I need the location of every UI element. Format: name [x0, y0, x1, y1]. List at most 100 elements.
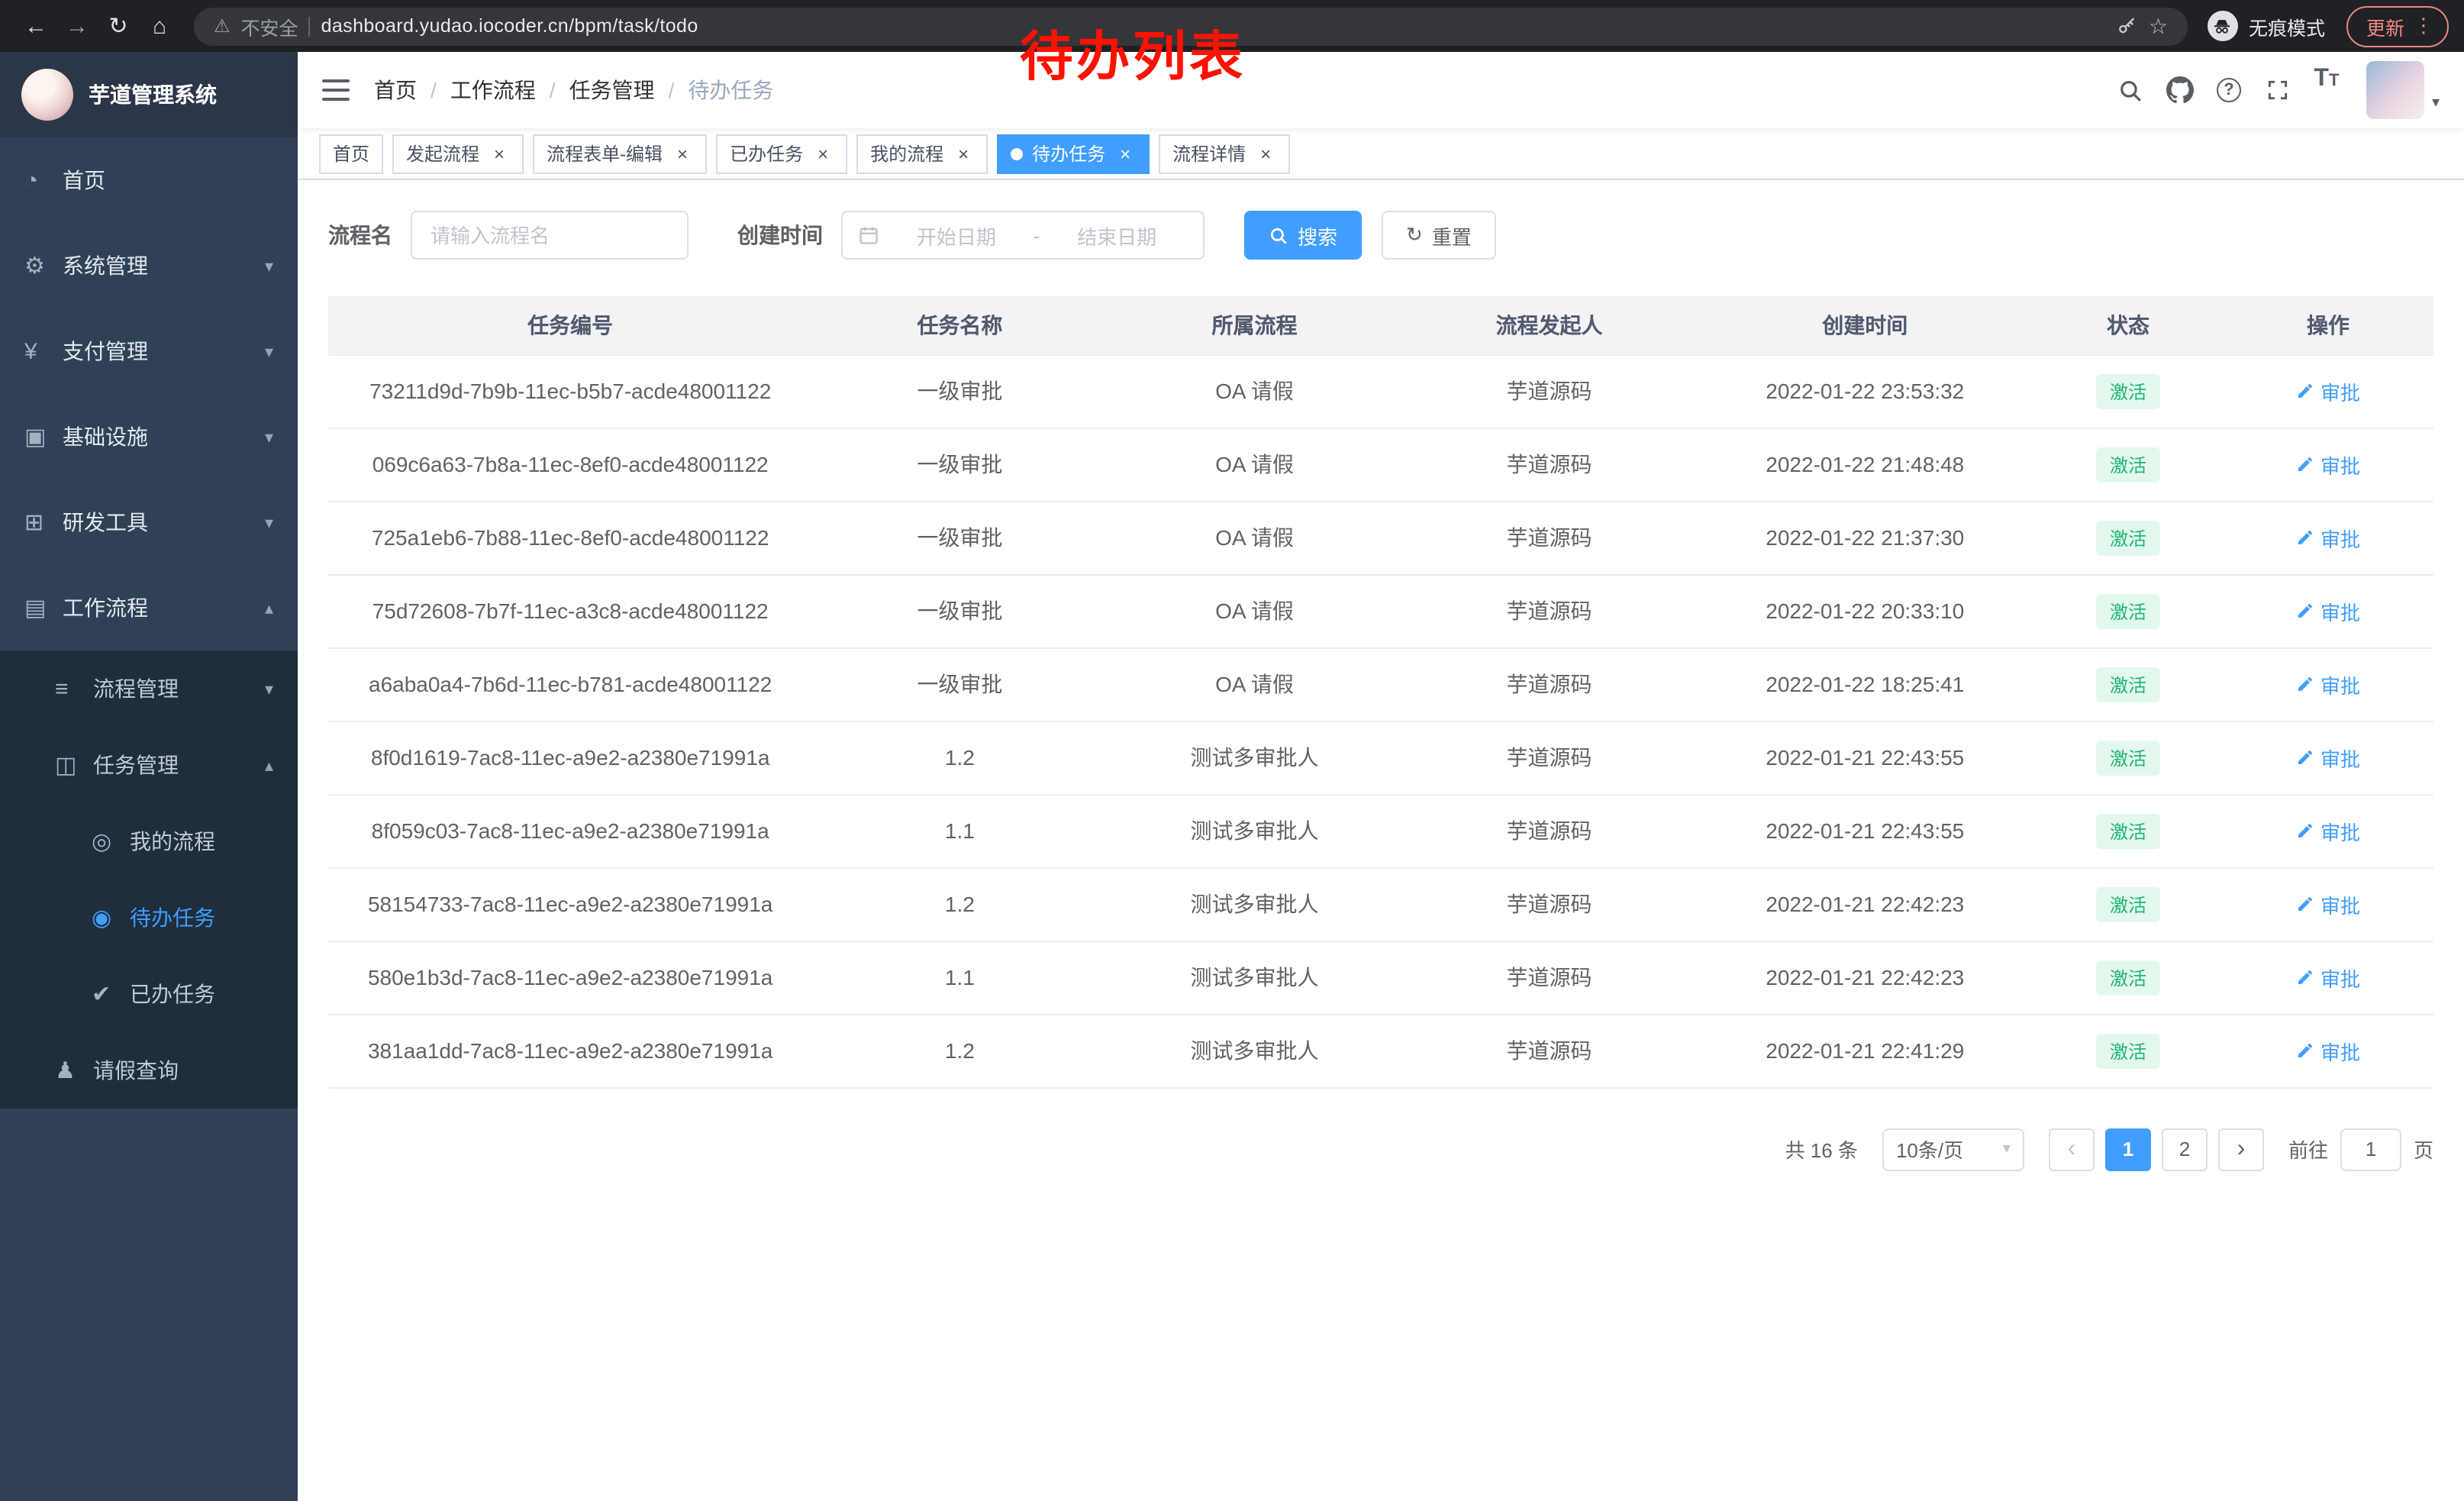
edit-icon: [2296, 528, 2314, 547]
sidebar-item-dev-tools[interactable]: ⊞ 研发工具 ▾: [0, 479, 298, 565]
create-time-cell: 2022-01-22 23:53:32: [1697, 354, 2033, 428]
security-warning-icon[interactable]: ⚠: [214, 15, 231, 37]
tab-process-detail[interactable]: 流程详情 ×: [1159, 134, 1290, 173]
help-icon[interactable]: ?: [2204, 66, 2253, 115]
process-cell: OA 请假: [1107, 501, 1401, 574]
sidebar-item-task-management[interactable]: ◫ 任务管理 ▴: [0, 727, 298, 803]
breadcrumb-home[interactable]: 首页: [374, 75, 417, 105]
browser-menu-dots-icon[interactable]: ⋮: [2414, 14, 2433, 38]
create-time-cell: 2022-01-21 22:43:55: [1697, 794, 2033, 867]
address-divider: [309, 16, 311, 36]
next-page-button[interactable]: ›: [2218, 1128, 2264, 1170]
table-row[interactable]: 8f0d1619-7ac8-11ec-a9e2-a2380e71991a 1.2…: [328, 721, 2433, 794]
process-cell: OA 请假: [1107, 354, 1401, 428]
table-row[interactable]: 8f059c03-7ac8-11ec-a9e2-a2380e71991a 1.1…: [328, 794, 2433, 867]
tab-my-process[interactable]: 我的流程 ×: [856, 134, 988, 173]
process-name-input[interactable]: [411, 211, 689, 260]
table-row[interactable]: 069c6a63-7b8a-11ec-8ef0-acde48001122 一级审…: [328, 428, 2433, 501]
sidebar-item-my-process[interactable]: ◎ 我的流程: [0, 803, 298, 880]
fullscreen-icon[interactable]: [2253, 66, 2302, 115]
browser-forward-icon[interactable]: →: [56, 5, 98, 47]
edit-icon: [2296, 382, 2314, 400]
tasks-icon: ◫: [55, 751, 93, 779]
initiator-cell: 芋道源码: [1402, 867, 1697, 941]
task-id-cell: 069c6a63-7b8a-11ec-8ef0-acde48001122: [328, 428, 812, 501]
sidebar-item-process-management[interactable]: ≡ 流程管理 ▾: [0, 650, 298, 727]
font-size-icon[interactable]: TT: [2302, 66, 2351, 115]
sidebar-item-workflow[interactable]: ▤ 工作流程 ▴: [0, 565, 298, 650]
goto-page-input[interactable]: [2340, 1128, 2401, 1170]
total-count-label: 共 16 条: [1785, 1135, 1858, 1164]
reset-button[interactable]: ↻ 重置: [1382, 211, 1496, 260]
tab-start-process[interactable]: 发起流程 ×: [392, 134, 524, 173]
close-tab-icon[interactable]: ×: [1114, 143, 1136, 164]
page-size-select[interactable]: 10条/页 ▾: [1882, 1128, 2024, 1170]
table-row[interactable]: 725a1eb6-7b88-11ec-8ef0-acde48001122 一级审…: [328, 501, 2433, 574]
browser-back-icon[interactable]: ←: [15, 5, 56, 47]
address-bar[interactable]: ⚠ 不安全 dashboard.yudao.iocoder.cn/bpm/tas…: [194, 7, 2188, 45]
close-tab-icon[interactable]: ×: [953, 143, 974, 164]
sidebar-collapse-icon[interactable]: [322, 79, 350, 101]
edit-icon: [2296, 675, 2314, 693]
approve-button[interactable]: 审批: [2296, 523, 2360, 552]
approve-button[interactable]: 审批: [2296, 743, 2360, 772]
breadcrumb-workflow[interactable]: 工作流程: [450, 75, 536, 105]
tab-done-tasks[interactable]: 已办任务 ×: [716, 134, 847, 173]
dashboard-icon: ◔: [24, 167, 63, 193]
task-id-cell: 381aa1dd-7ac8-11ec-a9e2-a2380e71991a: [328, 1014, 812, 1087]
approve-button[interactable]: 审批: [2296, 376, 2360, 405]
tab-process-form-edit[interactable]: 流程表单-编辑 ×: [533, 134, 707, 173]
page-2-button[interactable]: 2: [2162, 1128, 2208, 1170]
close-tab-icon[interactable]: ×: [812, 143, 834, 164]
approve-link-label: 审批: [2320, 523, 2360, 552]
tab-todo-tasks[interactable]: 待办任务 ×: [997, 134, 1150, 173]
bookmark-star-icon[interactable]: ☆: [2149, 13, 2168, 39]
sidebar-item-system-management[interactable]: ⚙ 系统管理 ▾: [0, 223, 298, 308]
update-label: 更新: [2366, 11, 2404, 40]
status-badge: 激活: [2096, 373, 2160, 408]
close-tab-icon[interactable]: ×: [1255, 143, 1276, 164]
table-row[interactable]: 73211d9d-7b9b-11ec-b5b7-acde48001122 一级审…: [328, 354, 2433, 428]
close-tab-icon[interactable]: ×: [672, 143, 693, 164]
user-avatar[interactable]: [2366, 61, 2424, 119]
breadcrumb-task-management[interactable]: 任务管理: [569, 75, 655, 105]
task-id-cell: 73211d9d-7b9b-11ec-b5b7-acde48001122: [328, 354, 812, 428]
table-row[interactable]: 75d72608-7b7f-11ec-a3c8-acde48001122 一级审…: [328, 574, 2433, 647]
sidebar-item-payment-management[interactable]: ¥ 支付管理 ▾: [0, 308, 298, 394]
create-time-cell: 2022-01-22 18:25:41: [1697, 647, 2033, 721]
approve-button[interactable]: 审批: [2296, 670, 2360, 699]
sidebar-item-done-tasks[interactable]: ✔ 已办任务: [0, 956, 298, 1032]
chevron-down-icon: ▾: [265, 512, 273, 532]
approve-button[interactable]: 审批: [2296, 450, 2360, 479]
sidebar-item-infrastructure[interactable]: ▣ 基础设施 ▾: [0, 394, 298, 479]
close-tab-icon[interactable]: ×: [489, 143, 510, 164]
approve-button[interactable]: 审批: [2296, 963, 2360, 992]
logo-avatar: [21, 69, 73, 121]
browser-update-button[interactable]: 更新 ⋮: [2346, 5, 2449, 47]
tab-home[interactable]: 首页: [319, 134, 383, 173]
table-row[interactable]: 58154733-7ac8-11ec-a9e2-a2380e71991a 1.2…: [328, 867, 2433, 941]
approve-button[interactable]: 审批: [2296, 816, 2360, 845]
github-icon[interactable]: [2156, 66, 2204, 115]
approve-button[interactable]: 审批: [2296, 596, 2360, 625]
browser-home-icon[interactable]: ⌂: [139, 5, 180, 47]
prev-page-button[interactable]: ‹: [2049, 1128, 2095, 1170]
table-row[interactable]: 580e1b3d-7ac8-11ec-a9e2-a2380e71991a 1.1…: [328, 941, 2433, 1014]
search-icon[interactable]: [2107, 66, 2156, 115]
table-row[interactable]: a6aba0a4-7b6d-11ec-b781-acde48001122 一级审…: [328, 647, 2433, 721]
sidebar-item-leave-query[interactable]: ♟ 请假查询: [0, 1032, 298, 1109]
app-logo[interactable]: 芋道管理系统: [0, 52, 298, 137]
task-name-cell: 1.1: [812, 794, 1107, 867]
table-row[interactable]: 381aa1dd-7ac8-11ec-a9e2-a2380e71991a 1.2…: [328, 1014, 2433, 1087]
date-range-picker[interactable]: 开始日期 - 结束日期: [841, 211, 1205, 260]
browser-reload-icon[interactable]: ↻: [98, 5, 139, 47]
page-1-button[interactable]: 1: [2105, 1128, 2151, 1170]
search-button[interactable]: 搜索: [1244, 211, 1362, 260]
process-cell: 测试多审批人: [1107, 941, 1401, 1014]
sidebar-item-todo-tasks[interactable]: ◉ 待办任务: [0, 880, 298, 956]
key-icon[interactable]: [2117, 15, 2138, 37]
approve-link-label: 审批: [2320, 376, 2360, 405]
approve-button[interactable]: 审批: [2296, 1036, 2360, 1065]
approve-button[interactable]: 审批: [2296, 889, 2360, 918]
sidebar-item-home[interactable]: ◔ 首页: [0, 137, 298, 223]
